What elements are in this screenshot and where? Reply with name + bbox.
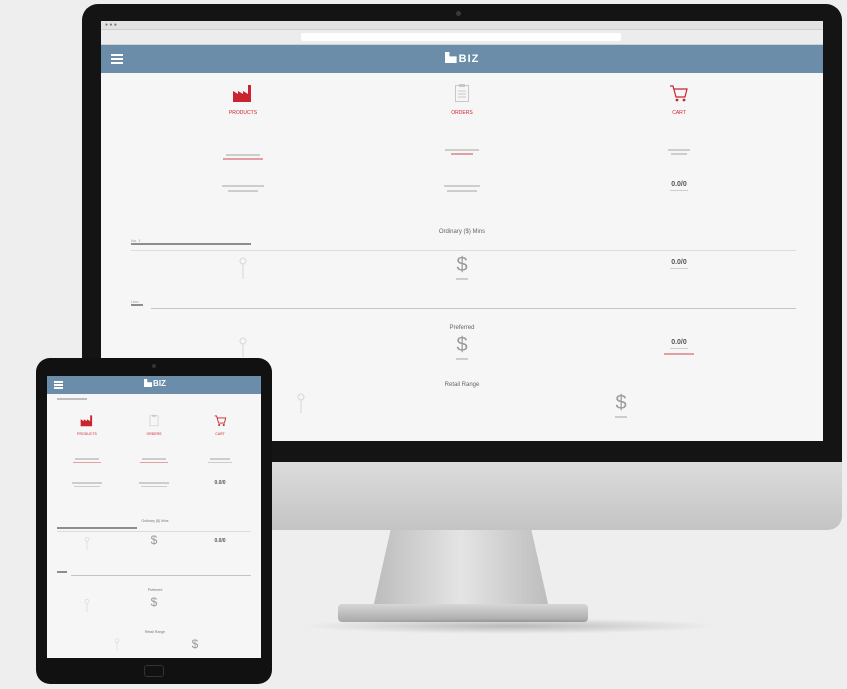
tablet-nav-products[interactable]: PRODUCTS: [57, 414, 117, 436]
stat-block-1: [163, 149, 323, 160]
person-icon: [297, 393, 305, 413]
tablet-dropdown-value[interactable]: [57, 571, 67, 573]
monitor-stand-neck: [373, 530, 549, 608]
tablet-preferred-col-1: [57, 598, 117, 619]
stat-block-4: [163, 185, 323, 192]
nav-cart[interactable]: CART: [599, 83, 759, 116]
count-block-2: 0.0/0: [599, 259, 759, 269]
tablet-stat-5: [124, 482, 184, 487]
dollar-icon: $: [456, 334, 468, 356]
url-field[interactable]: [301, 33, 621, 41]
menu-icon[interactable]: [54, 381, 63, 389]
app-logo[interactable]: BIZ: [432, 52, 492, 66]
tablet-ordinary-col-1: [57, 536, 117, 557]
tablet-device: BIZ PRODUCTS ORDERS CART 0.0/0 Ordinary …: [36, 358, 272, 684]
section-title-retail: Retail Range: [444, 382, 480, 388]
dollar-icon: $: [456, 254, 468, 276]
tablet-dropdown-underline: [71, 575, 251, 576]
tablet-home-button[interactable]: [144, 665, 164, 677]
stat-label: [163, 149, 323, 154]
menu-icon[interactable]: [111, 54, 123, 64]
nav-cart-label: CART: [672, 110, 686, 116]
count-block-3: 0.0/0: [599, 339, 759, 355]
ordinary-col-1: [163, 257, 323, 286]
count-block-1: 0.0/0: [599, 181, 759, 191]
nav-orders[interactable]: ORDERS: [382, 83, 542, 116]
tablet-field-label: [57, 398, 87, 400]
stat-block-3: [599, 149, 759, 155]
app-header: BIZ: [101, 45, 823, 73]
factory-icon: [233, 85, 251, 102]
dollar-icon: $: [150, 595, 158, 609]
tablet-preferred-col-2: $: [124, 596, 184, 608]
section-title-preferred: Preferred: [449, 325, 475, 331]
tablet-stat-4: [57, 482, 117, 487]
cart-icon: [670, 85, 688, 102]
nav-products[interactable]: PRODUCTS: [163, 83, 323, 116]
ordinary-col-2: $: [382, 255, 542, 280]
preferred-col-2: $: [382, 335, 542, 360]
person-icon: [114, 638, 120, 651]
stat-block-5: [382, 185, 542, 192]
dollar-icon: $: [615, 392, 627, 414]
divider: [57, 531, 251, 532]
tablet-retail-col-1: [87, 638, 147, 657]
tablet-section-retail: Retail Range: [144, 630, 166, 634]
tablet-camera: [152, 364, 156, 368]
dollar-icon: $: [150, 533, 158, 547]
tablet-section-ordinary: Ordinary ($) Mins: [141, 519, 169, 523]
nav-orders-label: ORDERS: [451, 110, 473, 116]
tablet-app-logo[interactable]: BIZ: [135, 379, 175, 388]
clipboard-icon: [455, 84, 469, 102]
browser-address-bar: [101, 30, 823, 45]
monitor-shadow: [300, 618, 720, 634]
tablet-stat-3: [190, 458, 250, 463]
person-icon: [84, 598, 90, 612]
tablet-count-1: 0.0/0: [214, 480, 226, 486]
dropdown-value[interactable]: [131, 304, 143, 306]
camera-dot: [456, 11, 461, 16]
tablet-nav-cart[interactable]: CART: [190, 414, 250, 436]
divider: [131, 250, 796, 251]
tablet-screen: BIZ PRODUCTS ORDERS CART 0.0/0 Ordinary …: [47, 376, 261, 658]
person-icon: [239, 337, 247, 357]
person-icon: [239, 257, 247, 279]
clipboard-icon: [149, 414, 159, 427]
tablet-ordinary-col-2: $: [124, 534, 184, 546]
tablet-section-preferred: Preferred: [147, 588, 163, 592]
count-value: 0.0/0: [671, 181, 687, 188]
field-value-line: [131, 243, 251, 245]
tablet-app-header: BIZ: [47, 376, 261, 394]
browser-menu-bar: ● ● ●: [101, 21, 823, 30]
cart-icon: [214, 415, 226, 427]
person-icon: [84, 536, 90, 550]
stat-block-2: [382, 149, 542, 155]
tablet-nav-orders[interactable]: ORDERS: [124, 414, 184, 436]
section-title-ordinary: Ordinary ($) Mins: [438, 229, 486, 235]
tablet-field-value: [57, 527, 137, 529]
dollar-icon: $: [191, 637, 199, 651]
logo-mark-icon: [144, 379, 153, 387]
tablet-stat-2: [124, 458, 184, 463]
nav-products-label: PRODUCTS: [228, 110, 258, 116]
menu-dots: ● ● ●: [105, 22, 117, 28]
tablet-count-2: 0.0/0: [214, 538, 226, 544]
tablet-stat-1: [57, 458, 117, 463]
logo-mark-icon: [444, 52, 457, 63]
factory-icon: [80, 415, 93, 427]
dropdown-underline: [151, 308, 796, 309]
count-value: 0.0/0: [671, 339, 687, 346]
count-value: 0.0/0: [671, 259, 687, 266]
tablet-retail-col-2: $: [165, 638, 225, 650]
retail-col-2: $: [541, 393, 701, 418]
